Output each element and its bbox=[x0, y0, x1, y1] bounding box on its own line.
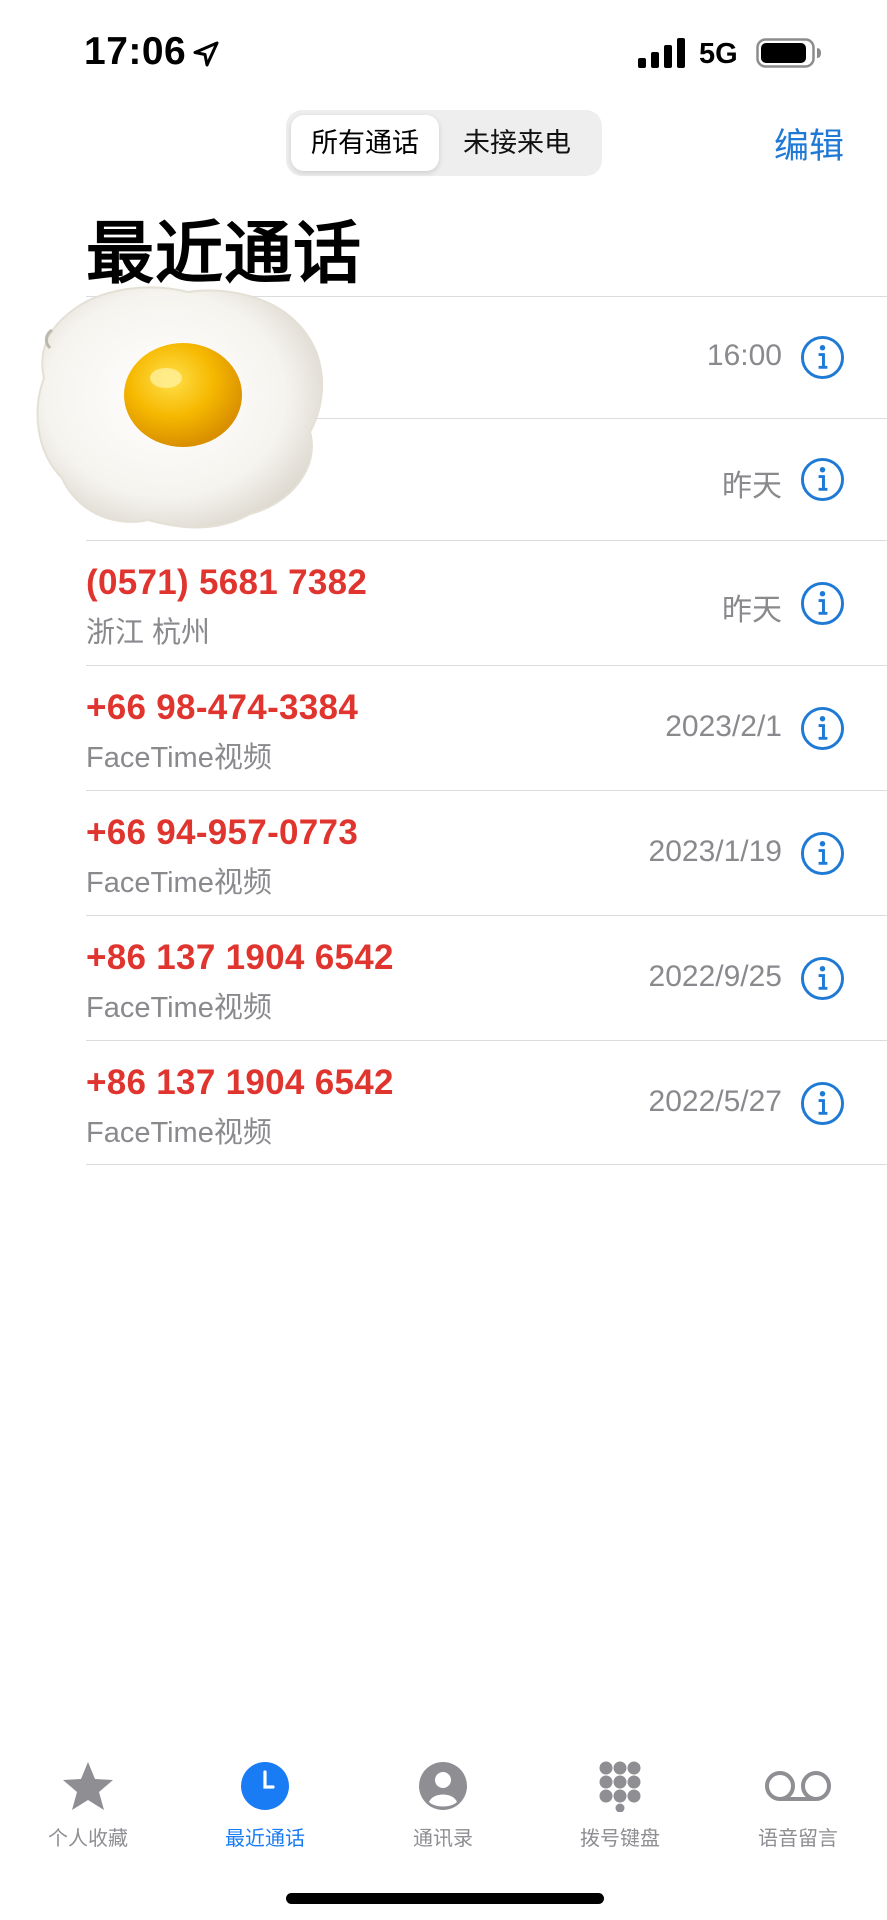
call-row[interactable]: +66 94-957-0773 FaceTime视频 2023/1/19 bbox=[86, 790, 887, 915]
voicemail-icon bbox=[765, 1771, 831, 1801]
call-type: FaceTime视频 bbox=[86, 992, 272, 1024]
caller-number: +86 137 1904 6542 bbox=[86, 1063, 394, 1102]
info-icon[interactable] bbox=[800, 956, 845, 1001]
cellular-signal-icon bbox=[638, 38, 685, 68]
caller-number: +86 137 1904 6542 bbox=[86, 938, 394, 977]
home-indicator[interactable] bbox=[286, 1893, 604, 1904]
call-row[interactable]: +86 137 1904 6542 FaceTime视频 2022/5/27 bbox=[86, 1040, 887, 1165]
call-time: 昨天 bbox=[722, 470, 782, 503]
keypad-icon bbox=[599, 1761, 641, 1812]
location-arrow-icon bbox=[193, 41, 219, 67]
tab-label: 个人收藏 bbox=[48, 1828, 128, 1850]
call-date: 2022/9/25 bbox=[648, 960, 782, 993]
info-icon[interactable] bbox=[800, 831, 845, 876]
tab-recents[interactable]: 最近通话 bbox=[185, 1740, 345, 1850]
fried-egg-sticker bbox=[36, 286, 324, 529]
caller-number: +66 94-957-0773 bbox=[86, 813, 359, 852]
tab-contacts[interactable]: 通讯录 bbox=[363, 1740, 523, 1850]
call-filter-segmented-control: 所有通话 未接来电 bbox=[286, 110, 602, 176]
call-time: 16:00 bbox=[706, 339, 782, 372]
call-date: 2022/5/27 bbox=[648, 1085, 782, 1118]
call-type: FaceTime视频 bbox=[86, 1117, 272, 1149]
info-icon[interactable] bbox=[800, 457, 845, 502]
info-icon[interactable] bbox=[800, 1081, 845, 1126]
info-icon[interactable] bbox=[800, 335, 845, 380]
edit-button[interactable]: 编辑 bbox=[774, 118, 844, 169]
battery-icon bbox=[756, 38, 821, 68]
call-date: 2023/2/1 bbox=[665, 710, 782, 743]
call-type: FaceTime视频 bbox=[86, 742, 272, 774]
tab-label: 拨号键盘 bbox=[580, 1828, 660, 1850]
person-icon bbox=[419, 1762, 467, 1810]
call-location: 浙江 杭州 bbox=[86, 617, 211, 649]
tab-label: 通讯录 bbox=[413, 1828, 473, 1850]
tab-label: 语音留言 bbox=[758, 1828, 838, 1850]
call-row[interactable]: +66 98-474-3384 FaceTime视频 2023/2/1 bbox=[86, 665, 887, 790]
segment-all-calls[interactable]: 所有通话 bbox=[291, 115, 439, 171]
status-bar: 17:06 5G bbox=[0, 0, 887, 100]
caller-number: (0571) 5681 7382 bbox=[86, 563, 368, 602]
tab-voicemail[interactable]: 语音留言 bbox=[718, 1740, 878, 1850]
tab-favorites[interactable]: 个人收藏 bbox=[8, 1740, 168, 1850]
tab-label: 最近通话 bbox=[225, 1828, 305, 1850]
info-icon[interactable] bbox=[800, 706, 845, 751]
segment-missed-calls[interactable]: 未接来电 bbox=[438, 115, 596, 171]
caller-number: +66 98-474-3384 bbox=[86, 688, 359, 727]
status-time: 17:06 bbox=[84, 30, 187, 73]
tab-bar: 个人收藏 最近通话 通讯录 拨号键盘 语音留言 bbox=[0, 1740, 887, 1850]
call-type: FaceTime视频 bbox=[86, 867, 272, 899]
call-row[interactable]: +86 137 1904 6542 FaceTime视频 2022/9/25 bbox=[86, 915, 887, 1040]
call-row[interactable]: (0571) 5681 7382 浙江 杭州 昨天 bbox=[86, 540, 887, 665]
info-icon[interactable] bbox=[800, 581, 845, 626]
call-date: 2023/1/19 bbox=[648, 835, 782, 868]
star-icon bbox=[63, 1762, 113, 1810]
call-time: 昨天 bbox=[722, 594, 782, 627]
clock-icon bbox=[241, 1762, 289, 1810]
network-type: 5G bbox=[699, 38, 738, 70]
tab-keypad[interactable]: 拨号键盘 bbox=[540, 1740, 700, 1850]
